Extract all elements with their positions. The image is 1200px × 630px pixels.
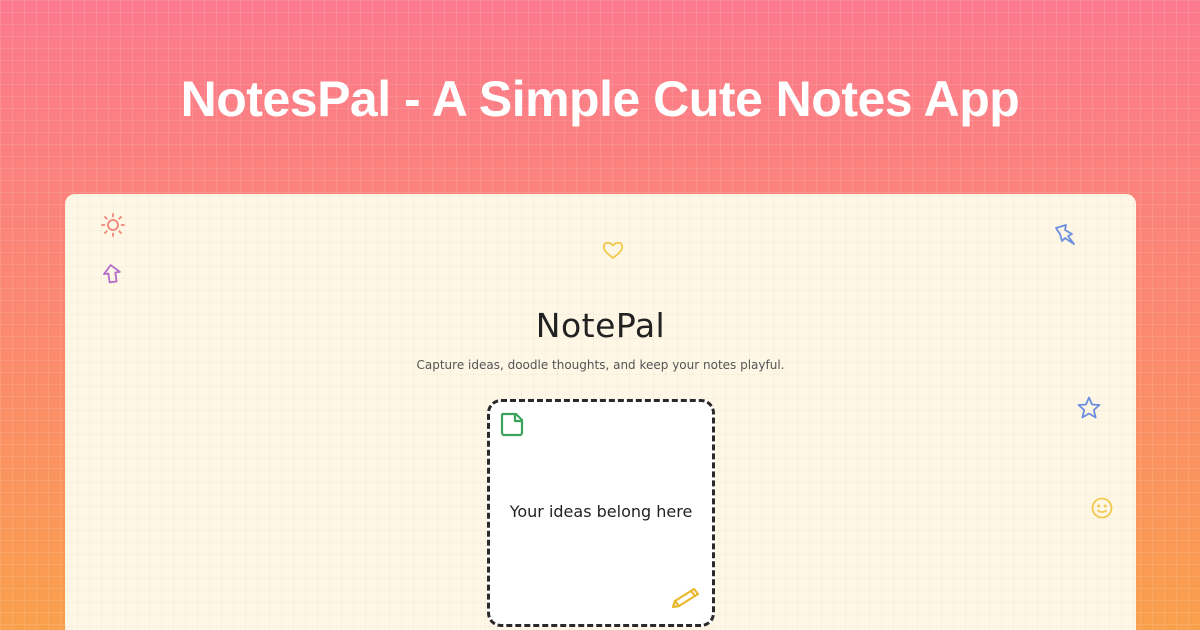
app-tagline: Capture ideas, doodle thoughts, and keep… [416,358,785,372]
smiley-icon [1091,497,1113,519]
note-placeholder-text: Your ideas belong here [509,502,693,521]
arrow-up-icon [103,264,121,284]
page-title: NotesPal - A Simple Cute Notes App [180,71,1020,127]
app-name: NotePal [535,306,666,345]
heart-icon [602,241,624,259]
pencil-icon [671,587,700,609]
sun-icon [101,213,125,237]
star-icon [1077,396,1101,419]
app-preview-card: NotePal Capture ideas, doodle thoughts, … [65,194,1136,630]
sticky-note-icon [500,412,524,437]
pin-icon [1055,224,1075,245]
note-card[interactable]: Your ideas belong here [487,399,715,627]
